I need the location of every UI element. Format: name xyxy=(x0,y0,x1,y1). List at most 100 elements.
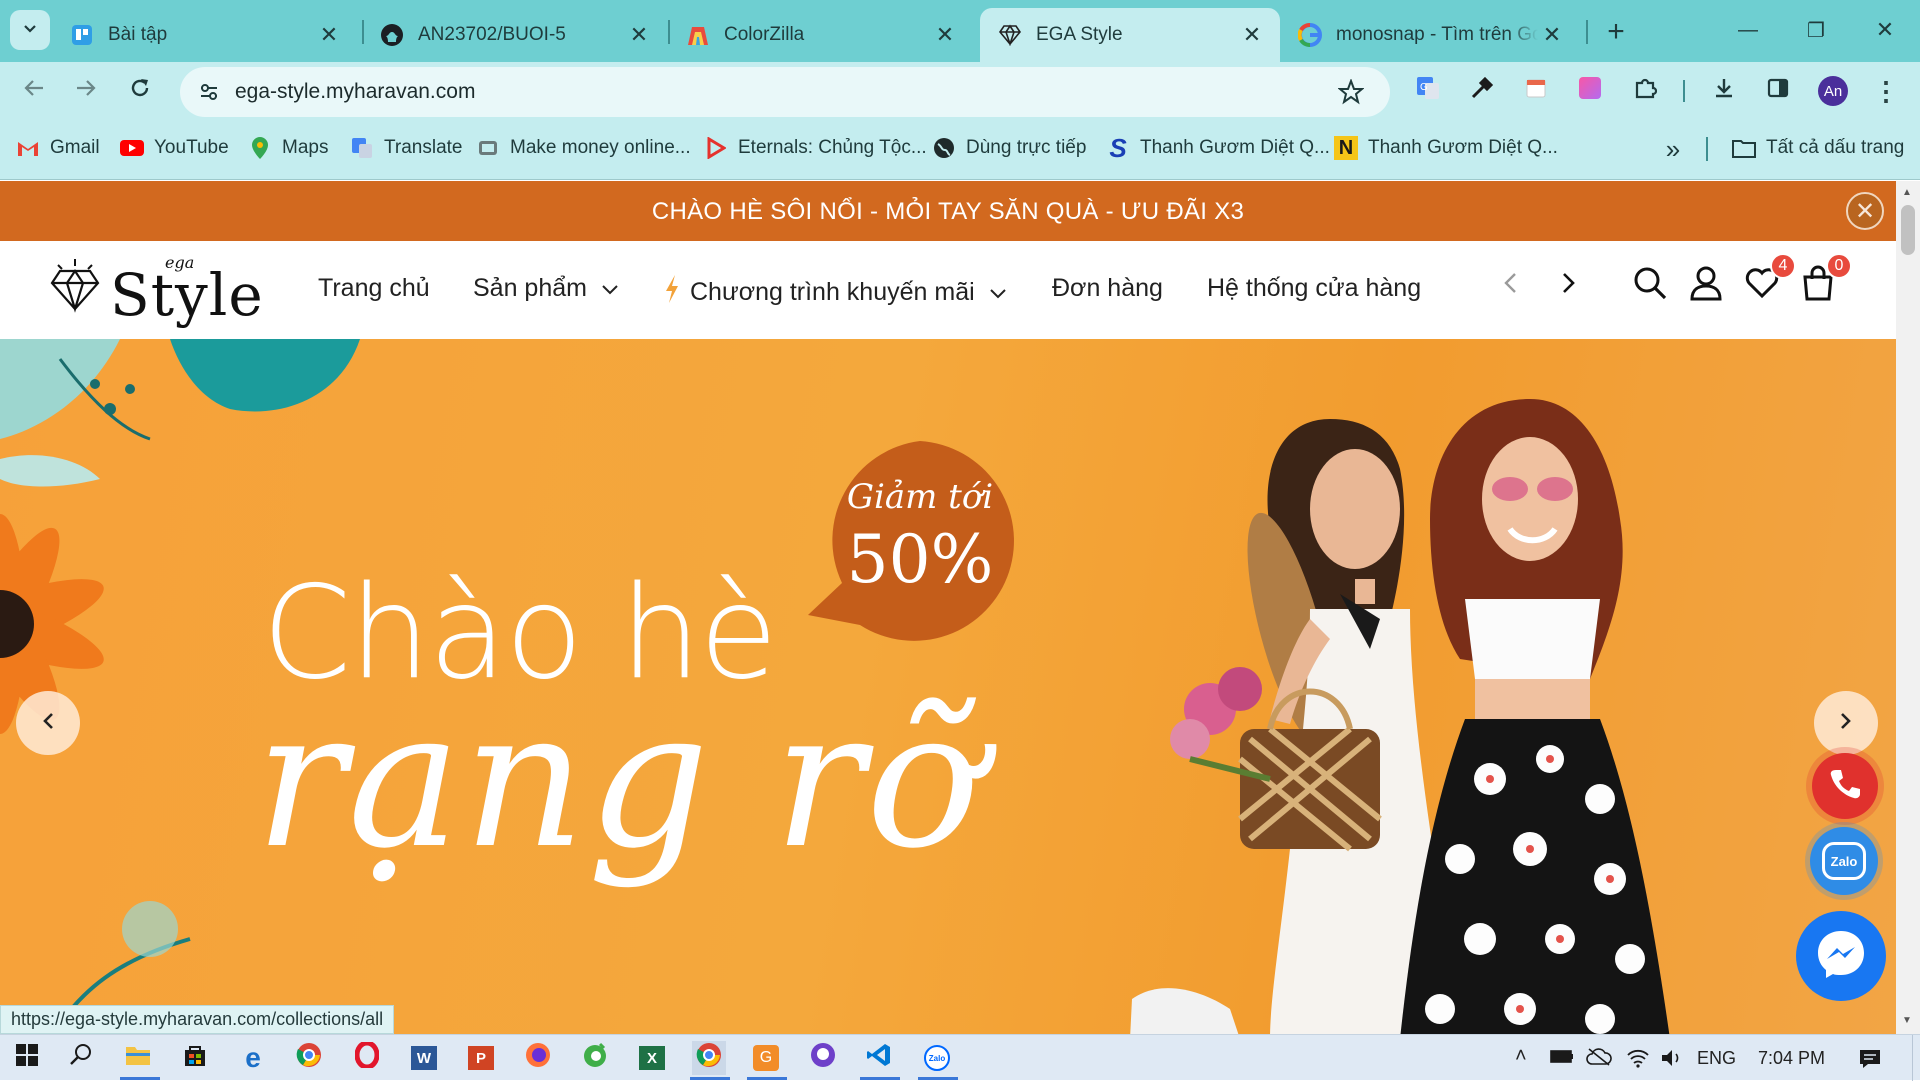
taskbar-vscode[interactable] xyxy=(862,1041,896,1075)
close-tab-icon[interactable]: ✕ xyxy=(315,21,343,49)
scroll-down-arrow-icon[interactable]: ▼ xyxy=(1902,1015,1912,1026)
scroll-thumb[interactable] xyxy=(1901,205,1915,255)
taskbar-search-button[interactable] xyxy=(64,1041,98,1075)
zalo-chat-button[interactable]: Zalo xyxy=(1810,827,1878,895)
bookmark-make-money[interactable]: Make money online... xyxy=(476,136,691,160)
nav-don-hang[interactable]: Đơn hàng xyxy=(1052,274,1163,303)
start-button[interactable] xyxy=(10,1041,44,1075)
downloads-button[interactable] xyxy=(1704,71,1744,111)
taskbar-powerpoint[interactable]: P xyxy=(464,1041,498,1075)
all-bookmarks-folder[interactable]: Tất cả dấu trang xyxy=(1732,136,1904,160)
wifi-icon[interactable] xyxy=(1626,1048,1650,1073)
bookmark-thanh-guom-1[interactable]: S Thanh Gươm Diệt Q... xyxy=(1106,133,1330,163)
close-tab-icon[interactable]: ✕ xyxy=(1538,21,1566,49)
clock-time[interactable]: 7:04 PM xyxy=(1758,1048,1825,1069)
show-desktop-strip[interactable] xyxy=(1912,1035,1920,1081)
volume-icon[interactable] xyxy=(1660,1048,1684,1073)
bookmark-youtube[interactable]: YouTube xyxy=(120,136,229,160)
tab-github[interactable]: AN23702/BUOI-5 ✕ xyxy=(362,8,667,62)
promo-close-button[interactable]: ✕ xyxy=(1846,192,1884,230)
download-icon xyxy=(1712,76,1736,106)
calendar-extension[interactable] xyxy=(1516,71,1556,111)
phone-call-button[interactable] xyxy=(1812,753,1878,819)
hero-headline-line-2: rạng rỡ xyxy=(255,669,983,890)
windows-logo-icon xyxy=(16,1044,38,1072)
browser-menu-button[interactable]: ⋮ xyxy=(1866,71,1906,111)
bookmark-gmail[interactable]: Gmail xyxy=(16,136,100,160)
site-logo[interactable]: ega Style xyxy=(50,253,263,329)
taskbar-chrome-profile[interactable] xyxy=(692,1041,726,1075)
nav-next-button[interactable] xyxy=(1547,263,1591,307)
notifications-icon[interactable] xyxy=(1858,1048,1882,1075)
address-bar[interactable]: ega-style.myharavan.com xyxy=(180,67,1390,117)
nav-khuyen-mai[interactable]: Chương trình khuyến mãi xyxy=(664,274,1007,311)
nav-prev-button[interactable] xyxy=(1488,263,1532,307)
taskbar-coc-coc[interactable] xyxy=(578,1041,612,1075)
close-tab-icon[interactable]: ✕ xyxy=(931,21,959,49)
close-tab-icon[interactable]: ✕ xyxy=(625,21,653,49)
google-translate-extension[interactable]: G xyxy=(1408,71,1448,111)
taskbar-firefox[interactable] xyxy=(521,1041,555,1075)
back-button[interactable] xyxy=(14,71,54,111)
new-tab-button[interactable]: + xyxy=(1596,12,1636,52)
tab-ega-style[interactable]: EGA Style ✕ xyxy=(980,8,1280,62)
slide-next-button[interactable] xyxy=(1814,691,1878,755)
chevron-up-icon[interactable]: ˄ xyxy=(1515,1045,1527,1068)
language-indicator[interactable]: ENG xyxy=(1697,1048,1736,1069)
tab-monosnap[interactable]: monosnap - Tìm trên Google ✕ xyxy=(1280,8,1580,62)
bookmark-thanh-guom-2[interactable]: N Thanh Gươm Diệt Q... xyxy=(1334,136,1558,160)
side-panel-button[interactable] xyxy=(1758,71,1798,111)
extensions-button[interactable] xyxy=(1625,71,1665,111)
restore-button[interactable]: ❐ xyxy=(1793,10,1839,50)
page-scrollbar[interactable]: ▲ ▼ xyxy=(1896,181,1920,1034)
bookmark-maps[interactable]: Maps xyxy=(248,136,328,160)
forward-button[interactable] xyxy=(66,71,106,111)
bookmark-eternals[interactable]: Eternals: Chủng Tộc... xyxy=(704,136,927,160)
bookmark-dung-truc-tiep[interactable]: Dùng trực tiếp xyxy=(932,136,1086,160)
reload-button[interactable] xyxy=(120,71,160,111)
taskbar-zalo[interactable]: Zalo xyxy=(920,1041,954,1075)
wishlist-button[interactable]: 4 xyxy=(1740,253,1796,307)
battery-icon[interactable] xyxy=(1550,1048,1574,1069)
powerpoint-icon: P xyxy=(468,1046,494,1070)
taskbar-opera[interactable] xyxy=(350,1040,384,1075)
gradient-extension[interactable] xyxy=(1570,71,1610,111)
colorzilla-extension[interactable] xyxy=(1462,71,1502,111)
double-chevron-icon: » xyxy=(1665,133,1681,164)
profile-button[interactable]: An xyxy=(1813,71,1853,111)
slide-prev-button[interactable] xyxy=(16,691,80,755)
models-illustration xyxy=(1130,399,1670,1034)
cloud-off-icon[interactable] xyxy=(1586,1048,1612,1071)
taskbar-file-explorer[interactable] xyxy=(121,1041,155,1075)
taskbar-edge[interactable]: e xyxy=(236,1041,270,1075)
eyedropper-icon xyxy=(1470,76,1494,106)
store-bag-icon xyxy=(183,1043,207,1073)
more-bookmarks-button[interactable]: » xyxy=(1658,134,1688,164)
close-tab-icon[interactable]: ✕ xyxy=(1238,21,1266,49)
bookmark-translate[interactable]: Translate xyxy=(350,136,463,160)
leaves-decoration-icon xyxy=(0,339,360,487)
minimize-button[interactable]: — xyxy=(1725,10,1771,50)
account-button[interactable] xyxy=(1684,263,1728,307)
nav-trang-chu[interactable]: Trang chủ xyxy=(318,274,430,303)
taskbar-store[interactable] xyxy=(178,1041,212,1075)
scroll-up-arrow-icon[interactable]: ▲ xyxy=(1902,187,1912,198)
google-icon xyxy=(1298,23,1322,47)
bookmark-star-icon[interactable] xyxy=(1337,78,1365,105)
taskbar-excel[interactable]: X xyxy=(635,1041,669,1075)
taskbar-github-desktop[interactable] xyxy=(806,1041,840,1075)
tab-bai-tap[interactable]: Bài tập ✕ xyxy=(52,8,357,62)
nav-he-thong-cua-hang[interactable]: Hệ thống cửa hàng xyxy=(1207,274,1421,303)
site-info-icon[interactable] xyxy=(196,79,222,105)
tab-search-button[interactable] xyxy=(10,10,50,50)
search-button[interactable] xyxy=(1628,263,1672,307)
taskbar-word[interactable]: W xyxy=(407,1041,441,1075)
tab-colorzilla[interactable]: ColorZilla ✕ xyxy=(668,8,973,62)
close-window-button[interactable]: ✕ xyxy=(1862,10,1908,50)
taskbar-orange-app[interactable]: G xyxy=(749,1041,783,1075)
taskbar-chrome[interactable] xyxy=(292,1041,326,1075)
nav-san-pham[interactable]: Sản phẩm xyxy=(473,274,619,303)
messenger-button[interactable] xyxy=(1796,911,1886,1001)
hero-banner[interactable]: Giảm tới 50% Chào hè rạng rỡ Zalo xyxy=(0,339,1896,1034)
cart-button[interactable]: 0 xyxy=(1796,253,1852,307)
